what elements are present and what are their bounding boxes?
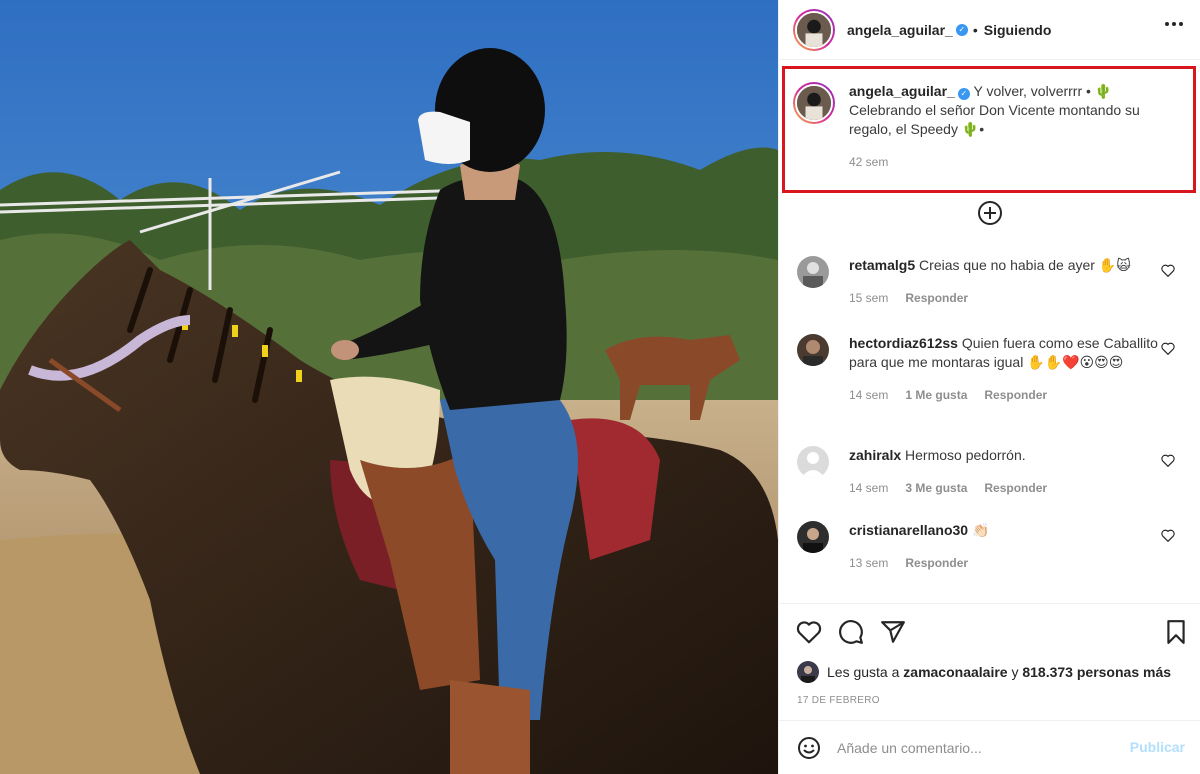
comment-like-heart-icon[interactable] (1161, 264, 1175, 277)
reply-button[interactable]: Responder (984, 386, 1047, 405)
comment-text: Creias que no habia de ayer ✋🙀 (919, 257, 1131, 273)
commenter-avatar[interactable] (797, 521, 829, 553)
commenter-avatar[interactable] (797, 446, 829, 478)
separator: • (972, 21, 978, 38)
comment-likes-count[interactable]: 3 Me gusta (905, 479, 967, 498)
heart-icon[interactable] (796, 619, 822, 645)
comment-icon[interactable] (838, 619, 864, 645)
comment-item: zahiralx Hermoso pedorrón. 14 sem 3 Me g… (797, 446, 1197, 498)
liker-avatar[interactable] (797, 661, 819, 683)
commenter-username[interactable]: cristianarellano30 (849, 522, 968, 538)
comment-like-heart-icon[interactable] (1161, 529, 1175, 542)
author-username[interactable]: angela_aguilar_ (847, 22, 953, 38)
comment-time[interactable]: 13 sem (849, 554, 888, 573)
horse-rider-image (0, 0, 778, 774)
following-button[interactable]: Siguiendo (984, 22, 1052, 38)
post-side-panel: angela_aguilar_ ✓ • Siguiendo angela_agu… (778, 0, 1200, 774)
comment-like-heart-icon[interactable] (1161, 454, 1175, 467)
liker-username[interactable]: zamaconaalaire (903, 664, 1007, 680)
caption-timestamp[interactable]: 42 sem (849, 153, 1179, 172)
likes-summary: Les gusta a zamaconaalaire y 818.373 per… (797, 661, 1171, 683)
commenter-username[interactable]: retamalg5 (849, 257, 915, 273)
comment-input[interactable] (837, 739, 1127, 756)
caption-author-avatar[interactable] (793, 82, 835, 124)
more-options-icon[interactable] (1165, 22, 1183, 26)
load-more-comments-icon[interactable] (978, 201, 1002, 225)
commenter-avatar[interactable] (797, 334, 829, 366)
comment-text: Hermoso pedorrón. (905, 447, 1026, 463)
commenter-username[interactable]: hectordiaz612ss (849, 335, 958, 351)
verified-badge-icon: ✓ (957, 88, 970, 100)
comment-item: hectordiaz612ss Quien fuera como ese Cab… (797, 334, 1197, 405)
post-caption: angela_aguilar_ ✓ Y volver, volverrrr • 🌵… (793, 82, 1193, 172)
comment-time[interactable]: 15 sem (849, 289, 888, 308)
author-avatar[interactable] (793, 8, 835, 51)
comment-time[interactable]: 14 sem (849, 386, 888, 405)
comment-item: cristianarellano30 👏🏻 13 sem Responder (797, 521, 1197, 573)
likes-connector: y (1011, 664, 1019, 680)
share-icon[interactable] (880, 619, 906, 645)
commenter-avatar[interactable] (797, 256, 829, 288)
likes-prefix: Les gusta a (827, 664, 900, 680)
comment-time[interactable]: 14 sem (849, 479, 888, 498)
likes-count[interactable]: 818.373 personas más (1022, 664, 1171, 680)
post-date[interactable]: 17 DE FEBRERO (797, 695, 880, 706)
publish-button[interactable]: Publicar (1130, 739, 1185, 755)
reply-button[interactable]: Responder (905, 554, 968, 573)
comment-likes-count[interactable]: 1 Me gusta (905, 386, 967, 405)
caption-author-username[interactable]: angela_aguilar_ (849, 83, 955, 99)
emoji-icon[interactable] (797, 736, 821, 760)
post-actions (779, 603, 1200, 663)
commenter-username[interactable]: zahiralx (849, 447, 901, 463)
comment-text: 👏🏻 (971, 522, 990, 538)
post-header: angela_aguilar_ ✓ • Siguiendo (779, 0, 1200, 60)
comment-like-heart-icon[interactable] (1161, 342, 1175, 355)
reply-button[interactable]: Responder (984, 479, 1047, 498)
reply-button[interactable]: Responder (905, 289, 968, 308)
post-photo[interactable] (0, 0, 778, 774)
add-comment-bar: Publicar (779, 720, 1200, 774)
comment-item: retamalg5 Creias que no habia de ayer ✋🙀… (797, 256, 1197, 308)
verified-badge-icon: ✓ (955, 23, 968, 36)
bookmark-icon[interactable] (1163, 619, 1189, 645)
